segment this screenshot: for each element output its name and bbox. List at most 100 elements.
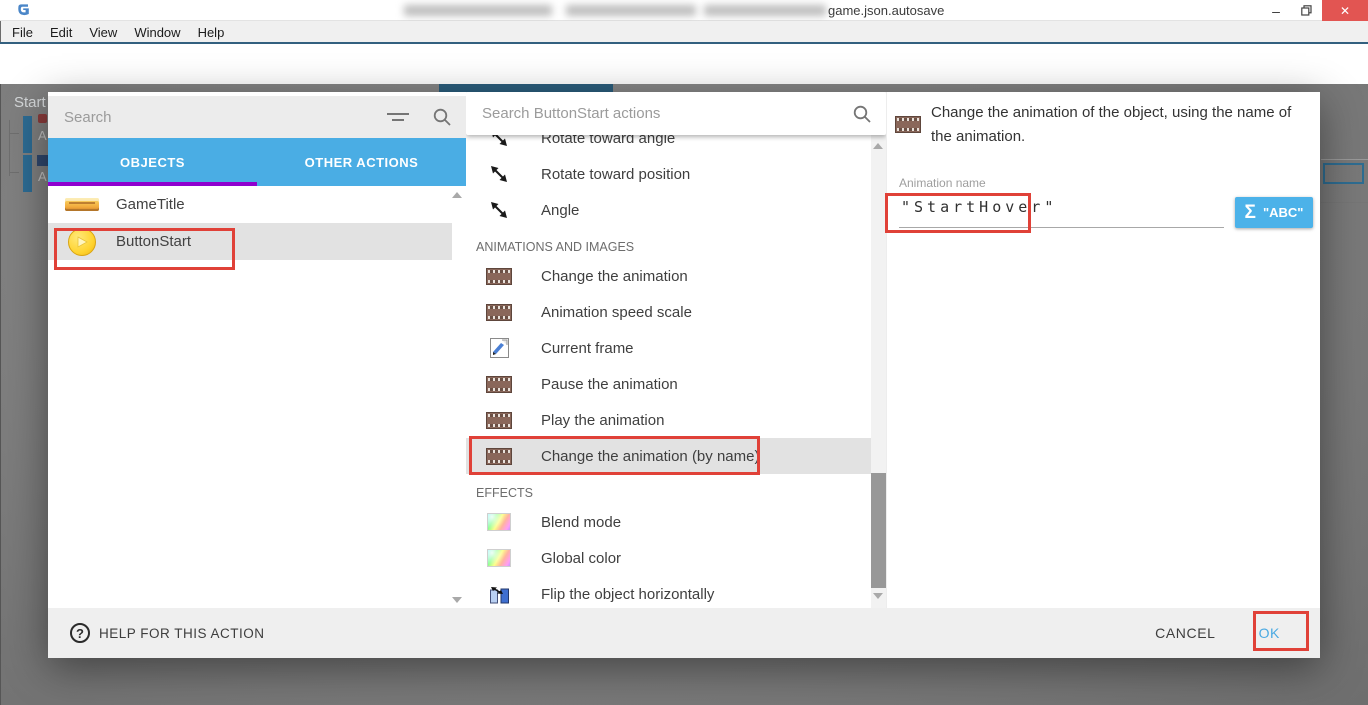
animation-name-label: Animation name <box>899 176 986 190</box>
action-row-rotate-toward-position[interactable]: Rotate toward position <box>466 156 871 192</box>
action-label: Flip the object horizontally <box>541 586 714 603</box>
search-icon[interactable] <box>852 104 872 124</box>
menu-item-window[interactable]: Window <box>131 25 183 40</box>
animation-name-input[interactable]: "StartHover" <box>901 198 1057 216</box>
properties-field-fragment <box>1323 163 1364 184</box>
event-condition-bar <box>23 155 32 192</box>
background-tab-label: Start P <box>14 94 50 111</box>
action-editor-dialog: Search OBJECTSOTHER ACTIONS GameTitle But… <box>48 92 1320 658</box>
restore-icon <box>1301 5 1312 16</box>
input-underline <box>899 227 1224 228</box>
action-list: Rotate toward angleRotate toward positio… <box>466 92 871 608</box>
action-row-current-frame[interactable]: Current frame <box>466 330 871 366</box>
actions-scrollbar[interactable] <box>871 135 886 608</box>
object-name: GameTitle <box>116 196 185 213</box>
scrollbar-thumb[interactable] <box>871 473 886 588</box>
play-button-thumbnail <box>68 228 96 256</box>
menu-item-edit[interactable]: Edit <box>47 25 75 40</box>
blurred-path-segment <box>404 5 552 16</box>
filmstrip-icon <box>486 448 512 465</box>
event-tree-line <box>9 172 19 173</box>
close-button[interactable]: ✕ <box>1322 0 1368 21</box>
abc-label: "ABC" <box>1263 205 1304 220</box>
sigma-icon: Σ <box>1245 202 1256 224</box>
action-label: Pause the animation <box>541 376 678 393</box>
active-tab-indicator <box>439 84 613 92</box>
action-label: Animation speed scale <box>541 304 692 321</box>
tab-objects[interactable]: OBJECTS <box>48 138 257 186</box>
search-icon[interactable] <box>432 107 452 127</box>
action-label: Current frame <box>541 340 634 357</box>
scroll-down-arrow[interactable] <box>452 597 462 603</box>
gdevelop-logo-icon <box>16 2 32 18</box>
event-icon <box>37 155 48 166</box>
filmstrip-icon <box>486 268 512 285</box>
menu-item-view[interactable]: View <box>86 25 120 40</box>
action-row-change-the-animation[interactable]: Change the animation <box>466 258 871 294</box>
object-row-buttonstart[interactable]: ButtonStart <box>48 223 452 260</box>
help-icon: ? <box>70 623 90 643</box>
action-label: Rotate toward position <box>541 166 690 183</box>
frame-icon <box>490 338 509 358</box>
scroll-down-arrow[interactable] <box>873 593 883 599</box>
action-row-blend-mode[interactable]: Blend mode <box>466 504 871 540</box>
game-title-thumbnail <box>65 198 99 211</box>
window-title: game.json.autosave <box>828 3 944 18</box>
menu-item-file[interactable]: File <box>9 25 36 40</box>
actions-search-input[interactable]: Search ButtonStart actions <box>466 92 886 135</box>
scroll-up-arrow[interactable] <box>873 143 883 149</box>
objects-panel: Search OBJECTSOTHER ACTIONS GameTitle But… <box>48 92 466 608</box>
object-row-gametitle[interactable]: GameTitle <box>48 186 452 223</box>
flip-horizontal-icon <box>489 584 510 605</box>
menu-item-help[interactable]: Help <box>195 25 228 40</box>
help-label: HELP FOR THIS ACTION <box>99 626 265 641</box>
dialog-footer: ? HELP FOR THIS ACTION CANCEL OK <box>48 608 1320 658</box>
action-row-pause-the-animation[interactable]: Pause the animation <box>466 366 871 402</box>
toolbar <box>0 44 1368 84</box>
help-link[interactable]: ? HELP FOR THIS ACTION <box>70 623 1155 643</box>
action-row-flip-the-object-horizontally[interactable]: Flip the object horizontally <box>466 576 871 608</box>
blurred-path-segment <box>566 5 696 16</box>
event-text-fragment: A <box>38 128 47 143</box>
filter-icon[interactable] <box>386 110 410 124</box>
event-tree-line <box>9 133 19 134</box>
action-row-animation-speed-scale[interactable]: Animation speed scale <box>466 294 871 330</box>
objects-search-input[interactable]: Search <box>48 96 466 138</box>
expression-editor-button[interactable]: Σ "ABC" <box>1235 197 1313 228</box>
event-icon <box>38 114 47 123</box>
objects-tabbar: OBJECTSOTHER ACTIONS <box>48 138 466 186</box>
event-text-fragment: A <box>38 169 47 184</box>
titlebar: game.json.autosave – ✕ <box>0 0 1368 21</box>
action-row-global-color[interactable]: Global color <box>466 540 871 576</box>
event-tree-line <box>9 120 10 176</box>
rotate-icon <box>488 199 510 221</box>
rainbow-icon <box>487 549 511 567</box>
action-row-play-the-animation[interactable]: Play the animation <box>466 402 871 438</box>
tab-other-actions[interactable]: OTHER ACTIONS <box>257 138 466 186</box>
action-row-change-the-animation-by-name-[interactable]: Change the animation (by name) <box>466 438 871 474</box>
minimize-button[interactable]: – <box>1262 0 1290 21</box>
action-group-header: ANIMATIONS AND IMAGES <box>466 228 871 258</box>
rotate-icon <box>488 163 510 185</box>
filmstrip-icon <box>486 412 512 429</box>
actions-search-placeholder: Search ButtonStart actions <box>466 105 852 122</box>
filmstrip-icon <box>895 116 921 133</box>
action-label: Blend mode <box>541 514 621 531</box>
restore-button[interactable] <box>1292 0 1320 21</box>
event-condition-bar <box>23 116 32 153</box>
menubar: File Edit View Window Help <box>0 21 1368 43</box>
action-label: Change the animation (by name) <box>541 448 759 465</box>
properties-divider <box>1321 159 1368 160</box>
cancel-button[interactable]: CANCEL <box>1155 625 1215 641</box>
app-window: game.json.autosave – ✕ File Edit View Windo… <box>0 0 1368 705</box>
action-label: Play the animation <box>541 412 664 429</box>
ok-button[interactable]: OK <box>1259 625 1280 641</box>
objects-search-placeholder: Search <box>48 109 386 126</box>
filmstrip-icon <box>486 304 512 321</box>
action-label: Global color <box>541 550 621 567</box>
action-row-angle[interactable]: Angle <box>466 192 871 228</box>
action-detail-panel: Change the animation of the object, usin… <box>886 92 1320 608</box>
action-label: Change the animation <box>541 268 688 285</box>
action-label: Angle <box>541 202 579 219</box>
scroll-up-arrow[interactable] <box>452 192 462 198</box>
